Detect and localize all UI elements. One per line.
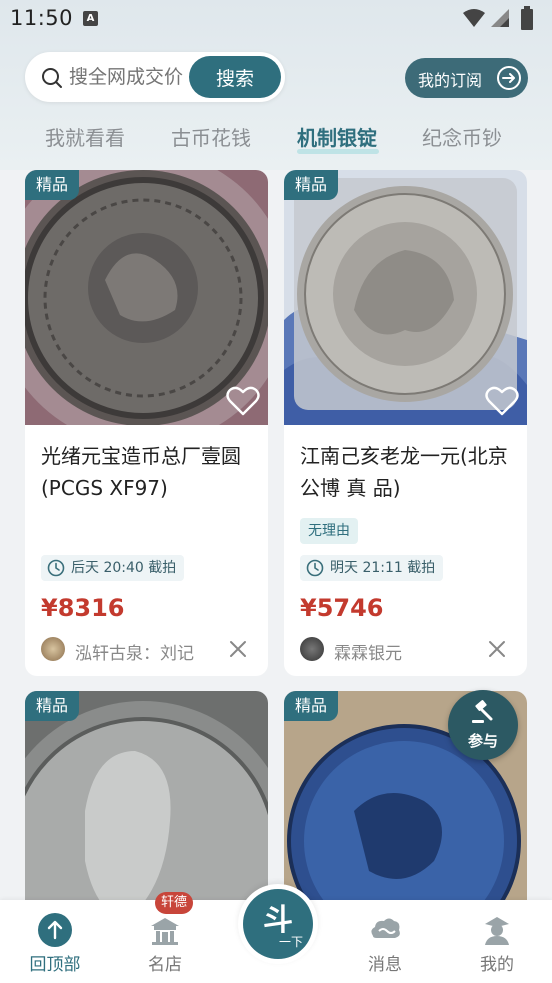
tab-machine-silver[interactable]: 机制银锭	[297, 122, 377, 151]
arrow-up-icon	[38, 913, 72, 947]
nav-label: 我的	[480, 955, 514, 975]
premium-badge: 精品	[284, 691, 338, 721]
search-button[interactable]: 搜索	[189, 56, 281, 98]
nav-profile[interactable]: 我的	[442, 900, 552, 983]
premium-badge: 精品	[284, 170, 338, 200]
nav-label: 名店	[148, 955, 182, 975]
search-input[interactable]	[69, 64, 209, 90]
product-card[interactable]: 精品 江南己亥老龙一元(北京公博 真 品) 无理由 明天 21:11 截拍 ¥5…	[284, 170, 527, 676]
close-icon[interactable]	[487, 639, 507, 659]
premium-badge: 精品	[25, 170, 79, 200]
auction-time-text: 明天 21:11 截拍	[330, 560, 436, 576]
search-bar[interactable]: 搜索	[25, 52, 285, 102]
nav-label: 消息	[368, 955, 402, 975]
product-title[interactable]: 光绪元宝造币总厂壹圆(PCGS XF97)	[41, 440, 256, 504]
system-icons	[462, 6, 542, 32]
status-time: 11:50	[10, 6, 74, 30]
seller-name[interactable]: 泓轩古泉：刘记	[75, 639, 194, 664]
subscribe-label: 我的订阅	[418, 71, 483, 90]
avatar[interactable]	[41, 637, 65, 661]
center-action-inner: 斗 一下	[243, 889, 313, 959]
join-button[interactable]: 参与	[448, 690, 518, 760]
category-tabs: 我就看看 古币花钱 机制银锭 纪念币钞	[0, 118, 552, 160]
gavel-icon	[472, 700, 493, 723]
heart-icon[interactable]	[485, 385, 519, 417]
close-icon[interactable]	[228, 639, 248, 659]
product-title[interactable]: 江南己亥老龙一元(北京公博 真 品)	[300, 440, 515, 504]
search-icon	[42, 68, 62, 88]
nav-label: 回顶部	[29, 955, 81, 975]
nav-messages[interactable]: 消息	[330, 900, 440, 983]
premium-badge: 精品	[25, 691, 79, 721]
subscribe-button[interactable]: 我的订阅	[405, 58, 528, 98]
no-reason-return-tag: 无理由	[300, 518, 358, 544]
signal-icon	[491, 9, 509, 27]
arrow-right-icon	[497, 66, 521, 90]
tab-just-looking[interactable]: 我就看看	[45, 122, 125, 151]
center-action-small: 一下	[279, 935, 304, 949]
auction-time: 后天 20:40 截拍	[41, 555, 185, 581]
cloud-icon	[371, 918, 400, 938]
price: ¥8316	[41, 594, 125, 622]
shop-icon	[151, 918, 179, 945]
clock-icon	[306, 559, 324, 577]
auction-time: 明天 21:11 截拍	[300, 555, 444, 581]
battery-icon	[521, 6, 533, 30]
status-bar: 11:50 A	[0, 0, 552, 38]
seller-name[interactable]: 霖霖银元	[334, 639, 402, 664]
shop-badge: 轩德	[155, 892, 194, 914]
nav-back-to-top[interactable]: 回顶部	[0, 900, 110, 983]
center-action-button[interactable]: 斗 一下	[238, 884, 318, 964]
join-label: 参与	[467, 732, 498, 750]
avatar[interactable]	[300, 637, 324, 661]
tab-commemorative[interactable]: 纪念币钞	[422, 122, 502, 151]
clock-icon	[47, 559, 65, 577]
wifi-icon	[463, 9, 485, 27]
heart-icon[interactable]	[226, 385, 260, 417]
nav-famous-shops[interactable]: 轩德 名店	[110, 892, 220, 983]
notification-icon: A	[83, 11, 98, 26]
product-card[interactable]: 精品 光绪元宝造币总厂壹圆(PCGS XF97) 后天 20:40 截拍 ¥83…	[25, 170, 268, 676]
user-icon	[485, 917, 509, 945]
price: ¥5746	[300, 594, 384, 622]
auction-time-text: 后天 20:40 截拍	[71, 560, 177, 576]
tab-ancient-coins[interactable]: 古币花钱	[171, 122, 251, 151]
